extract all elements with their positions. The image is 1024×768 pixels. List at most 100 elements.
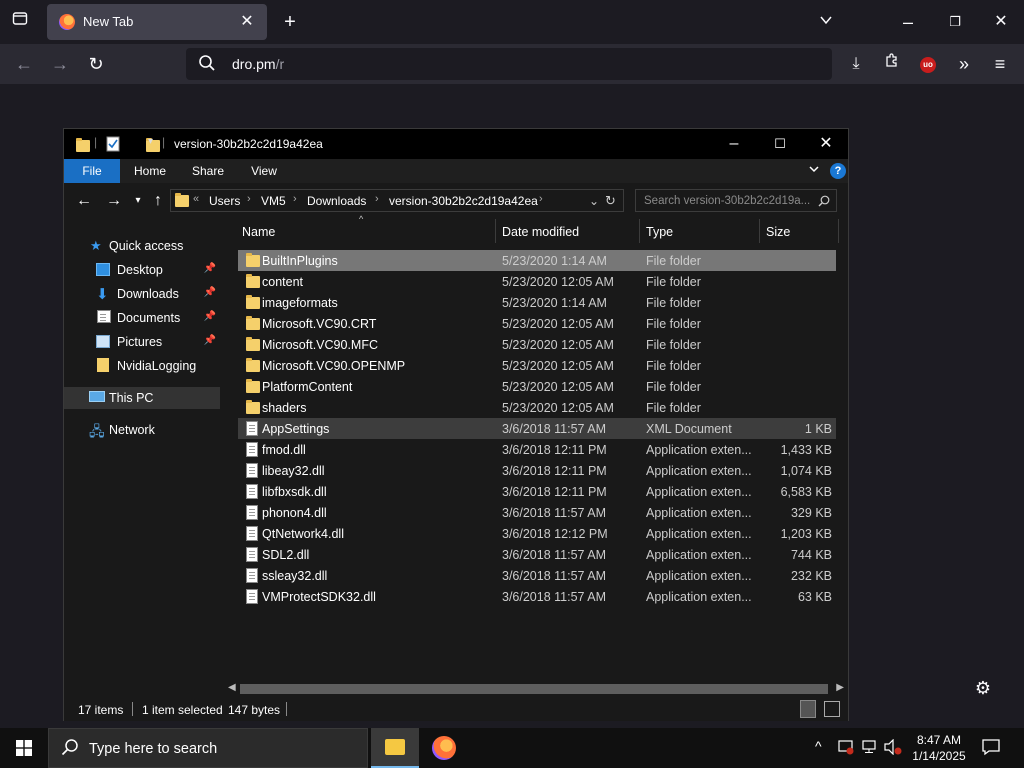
- column-size[interactable]: Size: [766, 225, 790, 239]
- maximize-window-button[interactable]: ☐: [757, 129, 803, 159]
- scroll-left-arrow-icon[interactable]: ◀: [228, 682, 236, 693]
- tab-share[interactable]: Share: [184, 159, 232, 183]
- taskbar-file-explorer-button[interactable]: [371, 728, 419, 768]
- nav-label: NvidiaLogging: [117, 359, 197, 373]
- column-date-modified[interactable]: Date modified: [502, 225, 579, 239]
- table-row[interactable]: ssleay32.dll 3/6/2018 11:57 AM Application…: [238, 565, 836, 586]
- forward-arrow-icon[interactable]: →: [104, 191, 124, 211]
- taskbar-search-box[interactable]: Type here to search: [48, 728, 368, 768]
- address-history-chevron-icon[interactable]: ⌄: [589, 194, 599, 208]
- close-browser-button[interactable]: ✕: [985, 6, 1017, 38]
- recent-locations-chevron-icon[interactable]: ▾: [128, 191, 148, 211]
- up-arrow-icon[interactable]: ↑: [148, 191, 168, 211]
- close-window-button[interactable]: ✕: [803, 129, 849, 159]
- search-input[interactable]: Search version-30b2b2c2d19a...: [635, 189, 837, 212]
- nav-nvidialogging[interactable]: NvidiaLogging: [64, 355, 220, 377]
- tab-home[interactable]: Home: [126, 159, 174, 183]
- table-row[interactable]: content 5/23/2020 12:05 AM File folder: [238, 271, 836, 292]
- notifications-icon[interactable]: [982, 738, 1000, 759]
- customize-toolbar-chevron-icon[interactable]: ▾: [148, 136, 153, 147]
- table-row[interactable]: SDL2.dll 3/6/2018 11:57 AM Application ext…: [238, 544, 836, 565]
- divider: |: [94, 135, 98, 149]
- table-row[interactable]: QtNetwork4.dll 3/6/2018 12:12 PM Applicati…: [238, 523, 836, 544]
- tab-new-tab[interactable]: New Tab ✕: [47, 4, 267, 40]
- firefox-icon: [432, 736, 456, 760]
- nav-label: Quick access: [109, 239, 184, 253]
- volume-muted-icon[interactable]: [884, 738, 902, 758]
- table-row[interactable]: Microsoft.VC90.OPENMP 5/23/2020 12:05 AM F…: [238, 355, 836, 376]
- nav-desktop[interactable]: Desktop 📌: [64, 259, 220, 281]
- pin-icon: 📌: [203, 287, 216, 298]
- table-row[interactable]: shaders 5/23/2020 12:05 AM File folder: [238, 397, 836, 418]
- column-divider[interactable]: [639, 219, 640, 243]
- breadcrumb-current-folder[interactable]: version-30b2b2c2d19a42ea: [389, 194, 538, 208]
- breadcrumb-overflow[interactable]: «: [193, 193, 199, 205]
- table-row[interactable]: Microsoft.VC90.CRT 5/23/2020 12:05 AM File…: [238, 313, 836, 334]
- file-list: ^ Name Date modified Type Size BuiltInPl…: [234, 214, 848, 687]
- search-icon: [61, 738, 79, 761]
- column-divider[interactable]: [495, 219, 496, 243]
- help-icon[interactable]: ?: [830, 163, 846, 179]
- tab-view[interactable]: View: [240, 159, 288, 183]
- tab-file[interactable]: File: [64, 159, 120, 183]
- nav-this-pc[interactable]: This PC: [64, 387, 220, 409]
- ublock-origin-icon[interactable]: uo: [912, 48, 944, 80]
- nav-pictures[interactable]: Pictures 📌: [64, 331, 220, 353]
- reload-icon[interactable]: ↻: [80, 48, 112, 80]
- properties-checkmark-icon[interactable]: [106, 136, 120, 157]
- nav-documents[interactable]: Documents 📌: [64, 307, 220, 329]
- downloads-icon[interactable]: ⤓: [840, 48, 872, 80]
- url-bar[interactable]: dro.pm/r: [186, 48, 832, 80]
- column-type[interactable]: Type: [646, 225, 673, 239]
- table-row[interactable]: libeay32.dll 3/6/2018 12:11 PM Application…: [238, 460, 836, 481]
- table-row[interactable]: AppSettings 3/6/2018 11:57 AM XML Document…: [238, 418, 836, 439]
- network-status-icon[interactable]: [862, 739, 878, 758]
- restore-browser-button[interactable]: ❐: [939, 6, 971, 38]
- nav-quick-access[interactable]: ★ Quick access: [64, 235, 220, 257]
- security-status-icon[interactable]: [838, 739, 854, 758]
- column-divider[interactable]: [838, 219, 839, 243]
- menu-hamburger-icon[interactable]: ≡: [984, 48, 1016, 80]
- column-name[interactable]: Name: [242, 225, 275, 239]
- minimize-browser-button[interactable]: –: [892, 6, 924, 38]
- table-row[interactable]: fmod.dll 3/6/2018 12:11 PM Application ext…: [238, 439, 836, 460]
- new-tab-button[interactable]: +: [274, 6, 306, 38]
- show-hidden-icons-chevron-icon[interactable]: ^: [815, 738, 822, 754]
- refresh-icon[interactable]: ↻: [605, 193, 616, 209]
- nav-network[interactable]: 🖧 Network: [64, 419, 220, 441]
- horizontal-scrollbar[interactable]: ◀ ▶: [222, 681, 848, 697]
- extensions-puzzle-icon[interactable]: [876, 48, 908, 80]
- table-row[interactable]: VMProtectSDK32.dll 3/6/2018 11:57 AM Appli…: [238, 586, 836, 607]
- address-bar[interactable]: « Users › VM5 › Downloads › version-30b2…: [170, 189, 624, 212]
- close-tab-icon[interactable]: ✕: [235, 10, 259, 34]
- table-row[interactable]: BuiltInPlugins 5/23/2020 1:14 AM File fold…: [238, 250, 836, 271]
- selection-size: 147 bytes: [228, 703, 281, 717]
- back-arrow-icon[interactable]: ←: [74, 191, 94, 211]
- table-row[interactable]: Microsoft.VC90.MFC 5/23/2020 12:05 AM File…: [238, 334, 836, 355]
- nav-downloads[interactable]: ⬇ Downloads 📌: [64, 283, 220, 305]
- table-row[interactable]: PlatformContent 5/23/2020 12:05 AM File fo…: [238, 376, 836, 397]
- start-button[interactable]: [0, 728, 48, 768]
- more-tools-chevron-icon[interactable]: »: [948, 48, 980, 80]
- scroll-right-arrow-icon[interactable]: ▶: [836, 682, 844, 693]
- expand-ribbon-chevron-icon[interactable]: [808, 163, 820, 178]
- breadcrumb-downloads[interactable]: Downloads: [307, 194, 366, 208]
- minimize-window-button[interactable]: –: [711, 129, 757, 159]
- back-arrow-icon[interactable]: ←: [8, 48, 40, 80]
- scrollbar-thumb[interactable]: [240, 684, 828, 694]
- table-row[interactable]: libfbxsdk.dll 3/6/2018 12:11 PM Applicatio…: [238, 481, 836, 502]
- column-divider[interactable]: [759, 219, 760, 243]
- file-size: 6,583 KB: [780, 485, 832, 499]
- breadcrumb-vm5[interactable]: VM5: [261, 194, 286, 208]
- taskbar-firefox-button[interactable]: [420, 728, 468, 768]
- gear-icon[interactable]: ⚙: [972, 677, 994, 699]
- details-view-icon[interactable]: [800, 700, 816, 718]
- forward-arrow-icon[interactable]: →: [44, 48, 76, 80]
- large-icons-view-icon[interactable]: [824, 701, 840, 717]
- system-clock[interactable]: 8:47 AM 1/14/2025: [908, 732, 970, 764]
- list-all-tabs-chevron-down-icon[interactable]: [810, 6, 842, 38]
- tab-list-icon[interactable]: [4, 6, 36, 38]
- breadcrumb-users[interactable]: Users: [209, 194, 240, 208]
- table-row[interactable]: imageformats 5/23/2020 1:14 AM File folder: [238, 292, 836, 313]
- table-row[interactable]: phonon4.dll 3/6/2018 11:57 AM Application …: [238, 502, 836, 523]
